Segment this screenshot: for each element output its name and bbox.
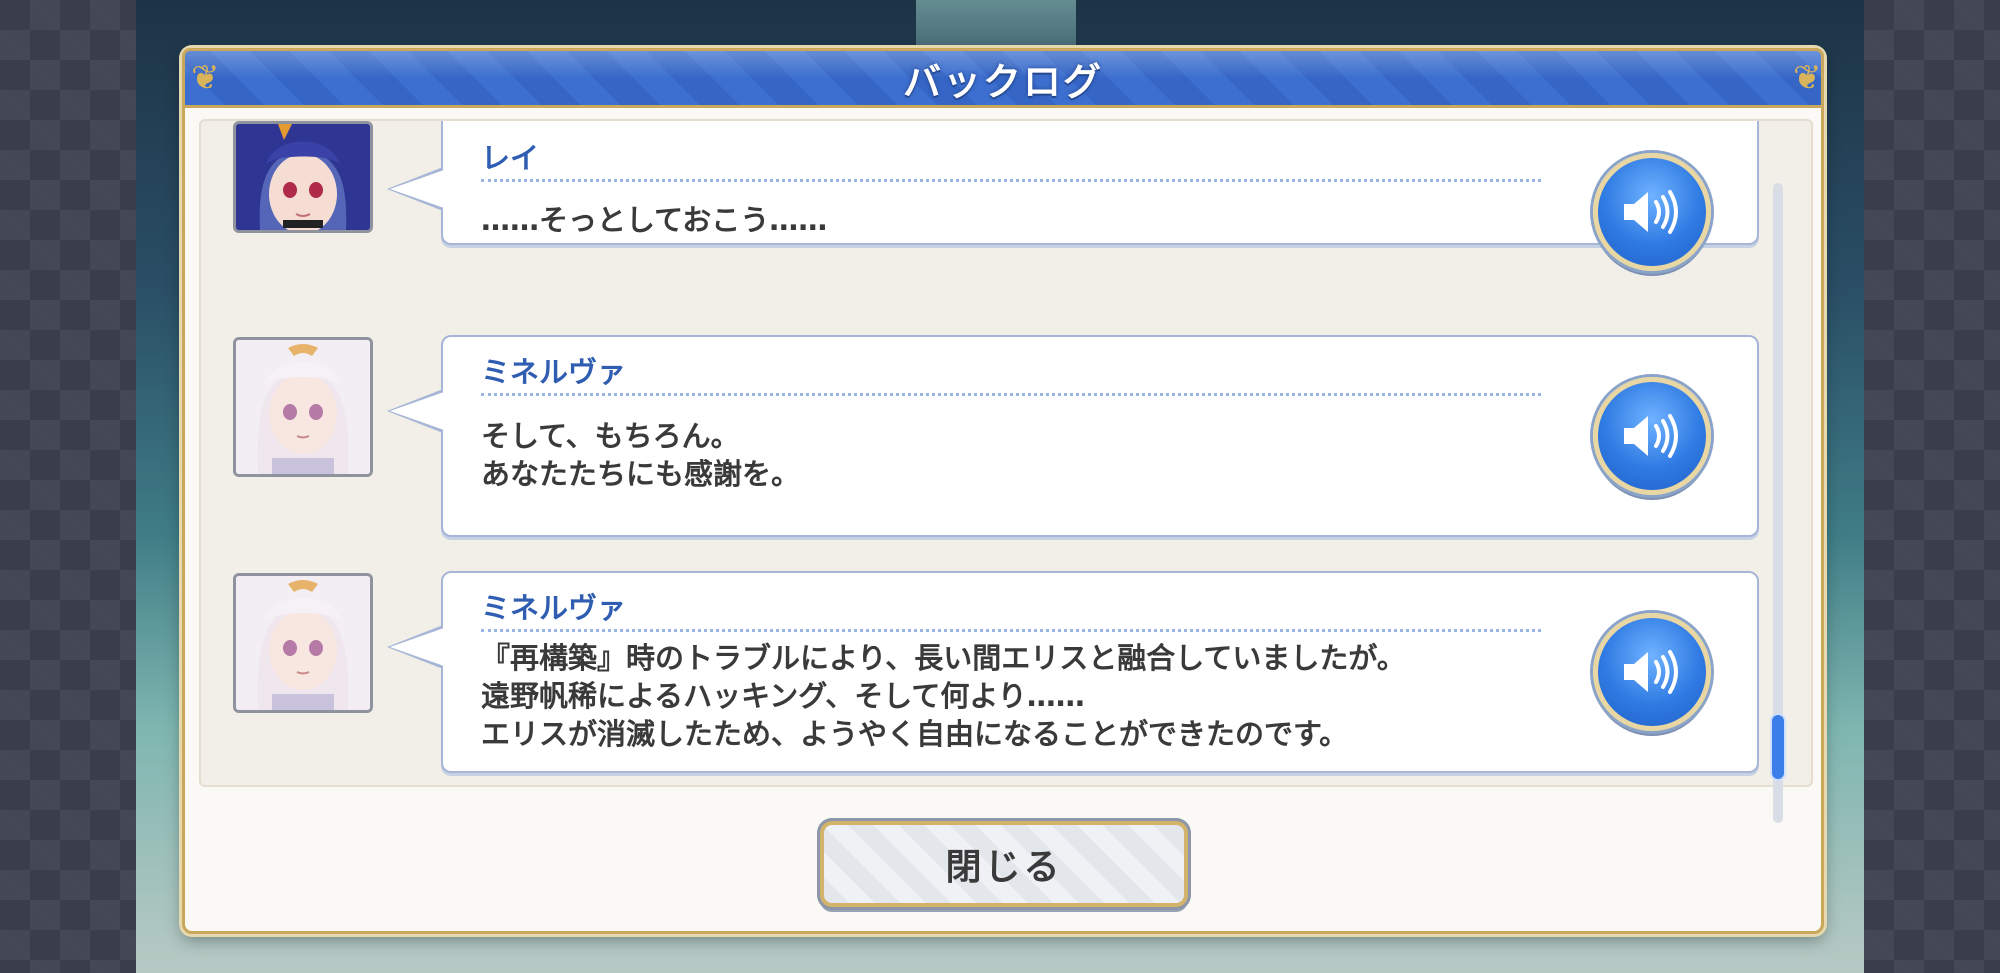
backlog-entry: ミネルヴァ 『再構築』時のトラブルにより、長い間エリスと融合していましたが。 遠… (201, 571, 1761, 785)
scrollbar-thumb[interactable] (1770, 713, 1786, 781)
voice-replay-button[interactable] (1593, 153, 1711, 271)
speaker-name: ミネルヴァ (481, 355, 627, 389)
left-side-panel (0, 0, 136, 973)
character-portrait (233, 337, 373, 477)
backlog-entry: レイ ……そっとしておこう…… (201, 121, 1761, 271)
name-divider (481, 393, 1541, 396)
close-button-label: 閉じる (945, 847, 1063, 888)
speaker-name: ミネルヴァ (481, 591, 627, 625)
character-portrait (233, 121, 373, 233)
voice-replay-button[interactable] (1593, 377, 1711, 495)
dialogue-text: ……そっとしておこう…… (481, 203, 828, 237)
speaker-name: レイ (481, 141, 540, 175)
name-divider (481, 629, 1541, 632)
right-side-panel (1864, 0, 2000, 973)
backlog-dialog: ❦ バックログ ❦ レイ ……そっとしておこう…… ミネルヴァ そして、もちろん… (182, 48, 1824, 934)
dialogue-bubble: ミネルヴァ 『再構築』時のトラブルにより、長い間エリスと融合していましたが。 遠… (387, 571, 1759, 773)
dialogue-text: そして、もちろん。 あなたたちにも感謝を。 (481, 419, 801, 491)
dialogue-text: 『再構築』時のトラブルにより、長い間エリスと融合していましたが。 遠野帆稀による… (481, 641, 1406, 751)
dialogue-bubble: ミネルヴァ そして、もちろん。 あなたたちにも感謝を。 (387, 335, 1759, 537)
speaker-icon (1624, 650, 1678, 694)
voice-replay-button[interactable] (1593, 613, 1711, 731)
speaker-icon (1624, 414, 1678, 458)
ornament-left-icon: ❦ (191, 58, 220, 98)
character-portrait (233, 573, 373, 713)
close-button[interactable]: 閉じる (820, 821, 1188, 907)
ornament-right-icon: ❦ (1793, 58, 1822, 98)
backlog-entry: ミネルヴァ そして、もちろん。 あなたたちにも感謝を。 (201, 335, 1761, 555)
dialog-title: バックログ (902, 59, 1103, 104)
dialogue-bubble: レイ ……そっとしておこう…… (387, 121, 1759, 271)
speaker-icon (1624, 190, 1678, 234)
name-divider (481, 179, 1541, 182)
backlog-list[interactable]: レイ ……そっとしておこう…… ミネルヴァ そして、もちろん。 あなたたちにも感… (199, 119, 1813, 787)
dialog-title-bar: ❦ バックログ ❦ (182, 48, 1824, 108)
